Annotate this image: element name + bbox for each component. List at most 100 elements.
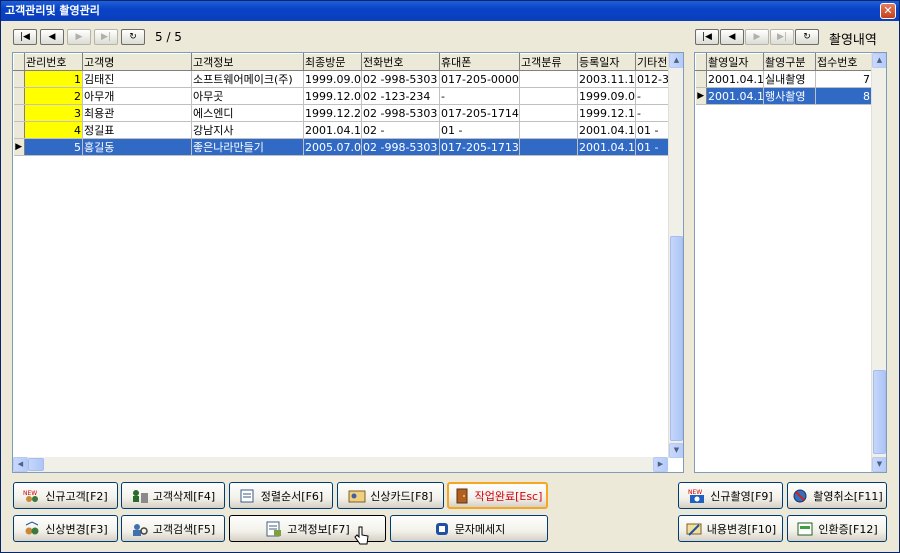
table-cell[interactable]: - [439,87,520,105]
table-cell[interactable]: 02 -123-234 [361,87,440,105]
table-cell[interactable]: 01 - [635,121,670,139]
table-cell[interactable]: 02 -998-5303 [361,70,440,88]
table-cell[interactable]: 4 [24,121,83,139]
scroll-thumb[interactable] [670,236,683,441]
column-header[interactable]: 접수번호 [815,53,872,71]
table-cell[interactable]: 2001.04.18 [577,138,636,156]
delete-customer-button[interactable]: 고객삭제[F4] [121,482,225,509]
table-row[interactable]: 3최용관에스엔디1999.12.2002 -998-5303017-205-17… [13,104,670,122]
table-cell[interactable]: 012-36 [635,70,670,88]
row-indicator[interactable] [13,87,25,105]
table-cell[interactable]: 좋은나라만들기 [191,138,304,156]
column-header[interactable]: 관리번호 [24,53,83,71]
table-cell[interactable]: 아무곳 [191,87,304,105]
sort-order-button[interactable]: 정렬순서[F6] [229,482,333,509]
table-cell[interactable]: 1999.09.04 [303,70,362,88]
column-header[interactable]: 기타전 [635,53,670,71]
column-header[interactable]: 최종방문 [303,53,362,71]
table-cell[interactable]: 2001.04.18 [706,87,764,105]
table-cell[interactable]: 2001.04.18 [577,121,636,139]
table-row[interactable]: 1김태진소프트웨어메이크(주)1999.09.0402 -998-5303017… [13,70,670,88]
table-row[interactable]: ▶2001.04.18행사촬영8 [695,87,872,105]
table-cell[interactable]: 017-205-0000 [439,70,520,88]
table-cell[interactable]: - [635,87,670,105]
nav-next-button[interactable]: ▶ [745,29,769,45]
row-indicator[interactable] [13,104,25,122]
table-cell[interactable]: 1999.09.02 [577,87,636,105]
scroll-left-arrow-icon[interactable]: ◀ [13,457,28,472]
column-header[interactable]: 고객명 [82,53,192,71]
nav-first-button[interactable]: |◀ [13,29,37,45]
scroll-right-arrow-icon[interactable]: ▶ [653,457,668,472]
nav-refresh-button[interactable]: ↻ [121,29,145,45]
nav-last-button[interactable]: ▶| [770,29,794,45]
table-cell[interactable] [519,104,578,122]
scroll-up-arrow-icon[interactable]: ▲ [669,53,683,68]
column-header[interactable]: 휴대폰 [439,53,520,71]
table-cell[interactable]: 017-205-1714 [439,104,520,122]
table-cell[interactable]: 3 [24,104,83,122]
column-header[interactable]: 촬영구분 [763,53,816,71]
table-cell[interactable] [519,121,578,139]
customer-horizontal-scrollbar[interactable]: ◀ ▶ [13,457,668,472]
column-header[interactable]: 등록일자 [577,53,636,71]
new-shooting-button[interactable]: NEW 신규촬영[F9] [678,482,783,509]
table-cell[interactable]: 2003.11.10 [577,70,636,88]
table-cell[interactable]: - [635,104,670,122]
row-indicator[interactable] [13,121,25,139]
table-cell[interactable]: 017-205-1713 [439,138,520,156]
row-indicator[interactable]: ▶ [13,138,25,156]
receipt-button[interactable]: 인환증[F12] [787,515,887,542]
column-header[interactable]: 촬영일자 [706,53,764,71]
table-cell[interactable]: 2001.04.18 [706,70,764,88]
scroll-down-arrow-icon[interactable]: ▼ [669,443,683,458]
change-info-button[interactable]: 신상변경[F3] [13,515,118,542]
customer-vertical-scrollbar[interactable]: ▲ ▼ [668,53,683,458]
scroll-down-arrow-icon[interactable]: ▼ [872,457,886,472]
table-cell[interactable]: 최용관 [82,104,192,122]
table-row[interactable]: 4정길표강남지사2001.04.1802 -01 -2001.04.1801 - [13,121,670,139]
table-cell[interactable]: 홍길동 [82,138,192,156]
table-cell[interactable]: 에스엔디 [191,104,304,122]
work-done-button[interactable]: 작업완료[Esc] [447,482,548,509]
edit-content-button[interactable]: 내용변경[F10] [678,515,783,542]
table-cell[interactable] [519,87,578,105]
scroll-thumb[interactable] [873,370,886,454]
nav-prev-button[interactable]: ◀ [40,29,64,45]
table-cell[interactable]: 2 [24,87,83,105]
new-customer-button[interactable]: NEW 신규고객[F2] [13,482,118,509]
nav-refresh-button[interactable]: ↻ [795,29,819,45]
table-cell[interactable] [519,70,578,88]
sms-button[interactable]: 문자메세지 [390,515,548,542]
search-customer-button[interactable]: 고객검색[F5] [121,515,225,542]
scroll-up-arrow-icon[interactable]: ▲ [872,53,886,68]
table-cell[interactable]: 02 -998-5303 [361,138,440,156]
table-cell[interactable]: 아무개 [82,87,192,105]
table-cell[interactable]: 7 [815,70,872,88]
table-cell[interactable]: 8 [815,87,872,105]
table-cell[interactable]: 1999.12.20 [303,104,362,122]
shooting-vertical-scrollbar[interactable]: ▲ ▼ [871,53,886,472]
table-cell[interactable]: 2001.04.18 [303,121,362,139]
table-cell[interactable]: 강남지사 [191,121,304,139]
table-cell[interactable]: 5 [24,138,83,156]
table-cell[interactable]: 김태진 [82,70,192,88]
table-cell[interactable]: 02 - [361,121,440,139]
nav-first-button[interactable]: |◀ [695,29,719,45]
nav-prev-button[interactable]: ◀ [720,29,744,45]
table-cell[interactable]: 1 [24,70,83,88]
table-cell[interactable]: 정길표 [82,121,192,139]
close-button[interactable]: ✕ [880,3,896,19]
row-indicator[interactable]: ▶ [695,87,707,105]
table-cell[interactable]: 01 - [635,138,670,156]
row-indicator[interactable] [13,70,25,88]
profile-card-button[interactable]: 신상카드[F8] [337,482,444,509]
column-header[interactable]: 전화번호 [361,53,440,71]
column-header[interactable]: 고객정보 [191,53,304,71]
table-cell[interactable]: 02 -998-5303 [361,104,440,122]
table-row[interactable]: 2001.04.18실내촬영7 [695,70,872,88]
table-cell[interactable] [519,138,578,156]
nav-last-button[interactable]: ▶| [94,29,118,45]
row-indicator[interactable] [695,70,707,88]
table-cell[interactable]: 행사촬영 [763,87,816,105]
